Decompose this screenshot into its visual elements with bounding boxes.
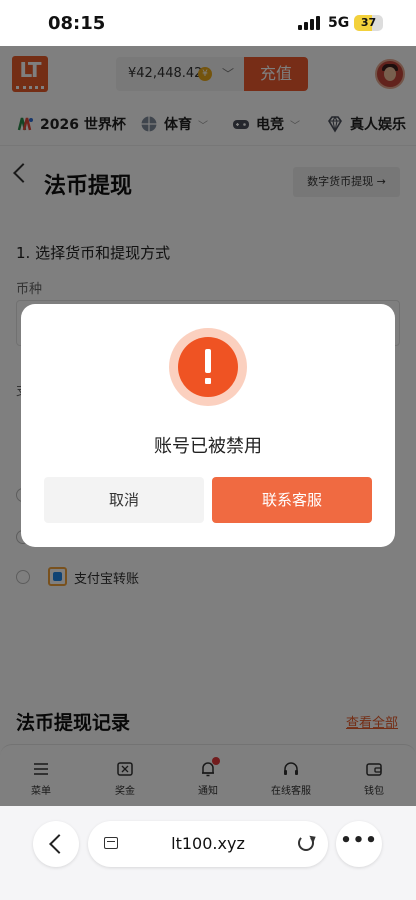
cancel-button[interactable]: 取消 — [44, 477, 204, 523]
dialog-message: 账号已被禁用 — [154, 436, 262, 457]
browser-back-button[interactable] — [33, 821, 79, 867]
url-text: lt100.xyz — [171, 834, 245, 853]
more-button[interactable]: ••• — [336, 821, 382, 867]
address-bar[interactable]: lt100.xyz — [88, 821, 328, 867]
network-label: 5G — [328, 15, 350, 31]
status-time: 08:15 — [48, 13, 106, 34]
account-disabled-dialog: 账号已被禁用 取消 联系客服 — [21, 304, 395, 547]
ellipsis-icon: ••• — [340, 830, 378, 851]
browser-toolbar: lt100.xyz ••• — [0, 806, 416, 900]
battery-level: 37 — [360, 16, 377, 29]
contact-support-button[interactable]: 联系客服 — [212, 477, 372, 523]
battery-icon: 37 — [354, 15, 383, 31]
alert-icon — [169, 328, 247, 406]
status-bar: 08:15 5G 37 — [0, 0, 416, 46]
signal-icon — [298, 16, 322, 30]
reload-icon[interactable] — [298, 835, 314, 851]
